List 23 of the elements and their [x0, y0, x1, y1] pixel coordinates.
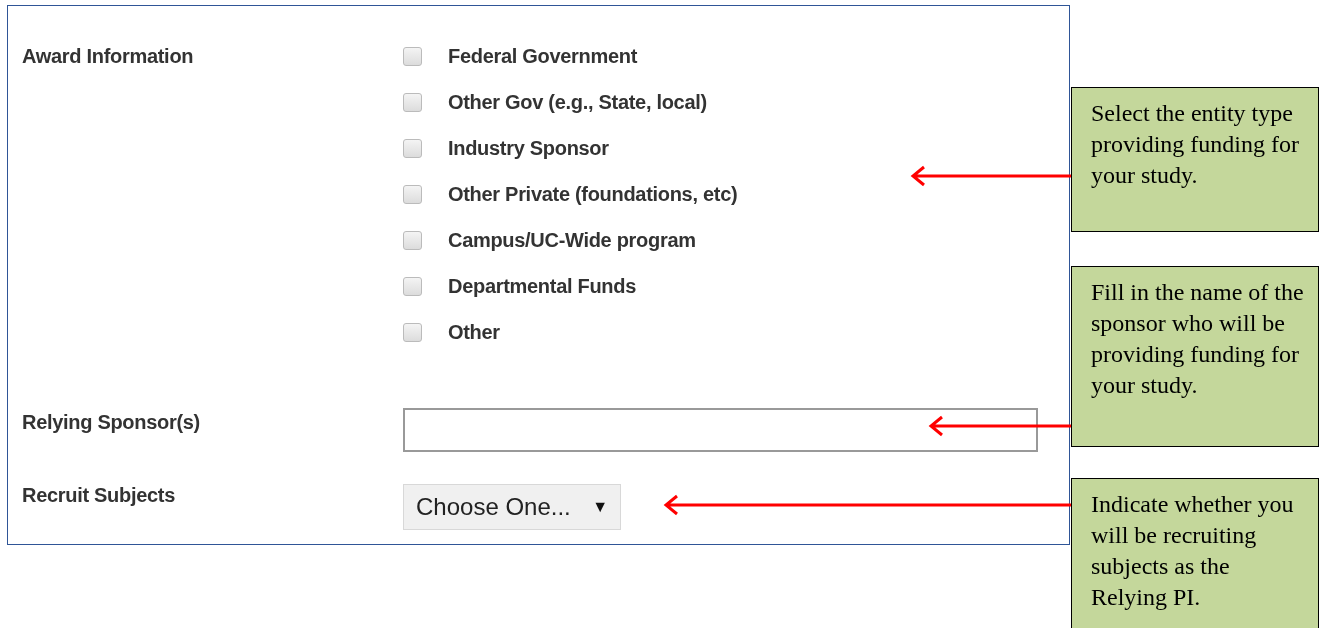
checkbox-label[interactable]: Federal Government: [448, 44, 638, 68]
callout-note: Fill in the name of the sponsor who will be providing funding for your study.: [1071, 266, 1319, 447]
checkbox[interactable]: [403, 322, 422, 342]
checkbox-label[interactable]: Other: [448, 320, 500, 344]
callout-note: Indicate whether you will be recruiting subjects as the Relying PI.: [1071, 478, 1319, 628]
checkbox[interactable]: [403, 230, 422, 250]
checkbox-label[interactable]: Other Private (foundations, etc): [448, 182, 738, 206]
checkbox[interactable]: [403, 138, 422, 158]
checkbox-label[interactable]: Campus/UC-Wide program: [448, 228, 696, 252]
checkbox[interactable]: [403, 46, 422, 66]
checkbox-label[interactable]: Industry Sponsor: [448, 136, 609, 160]
checkbox[interactable]: [403, 276, 422, 296]
callout-note: Select the entity type providing funding for your study.: [1071, 87, 1319, 232]
checkbox[interactable]: [403, 92, 422, 112]
field-label: Award Information: [22, 44, 195, 69]
input-field[interactable]: [403, 408, 1038, 452]
checkbox[interactable]: [403, 184, 422, 204]
checkbox-label[interactable]: Other Gov (e.g., State, local): [448, 90, 707, 114]
field-label: Relying Sponsor(s): [22, 410, 201, 435]
field-label: Recruit Subjects: [22, 484, 177, 508]
caret-icon: ▼: [592, 498, 608, 516]
checkbox-label[interactable]: Departmental Funds: [448, 274, 636, 298]
select-dropdown[interactable]: Choose One... ▼: [403, 484, 621, 530]
